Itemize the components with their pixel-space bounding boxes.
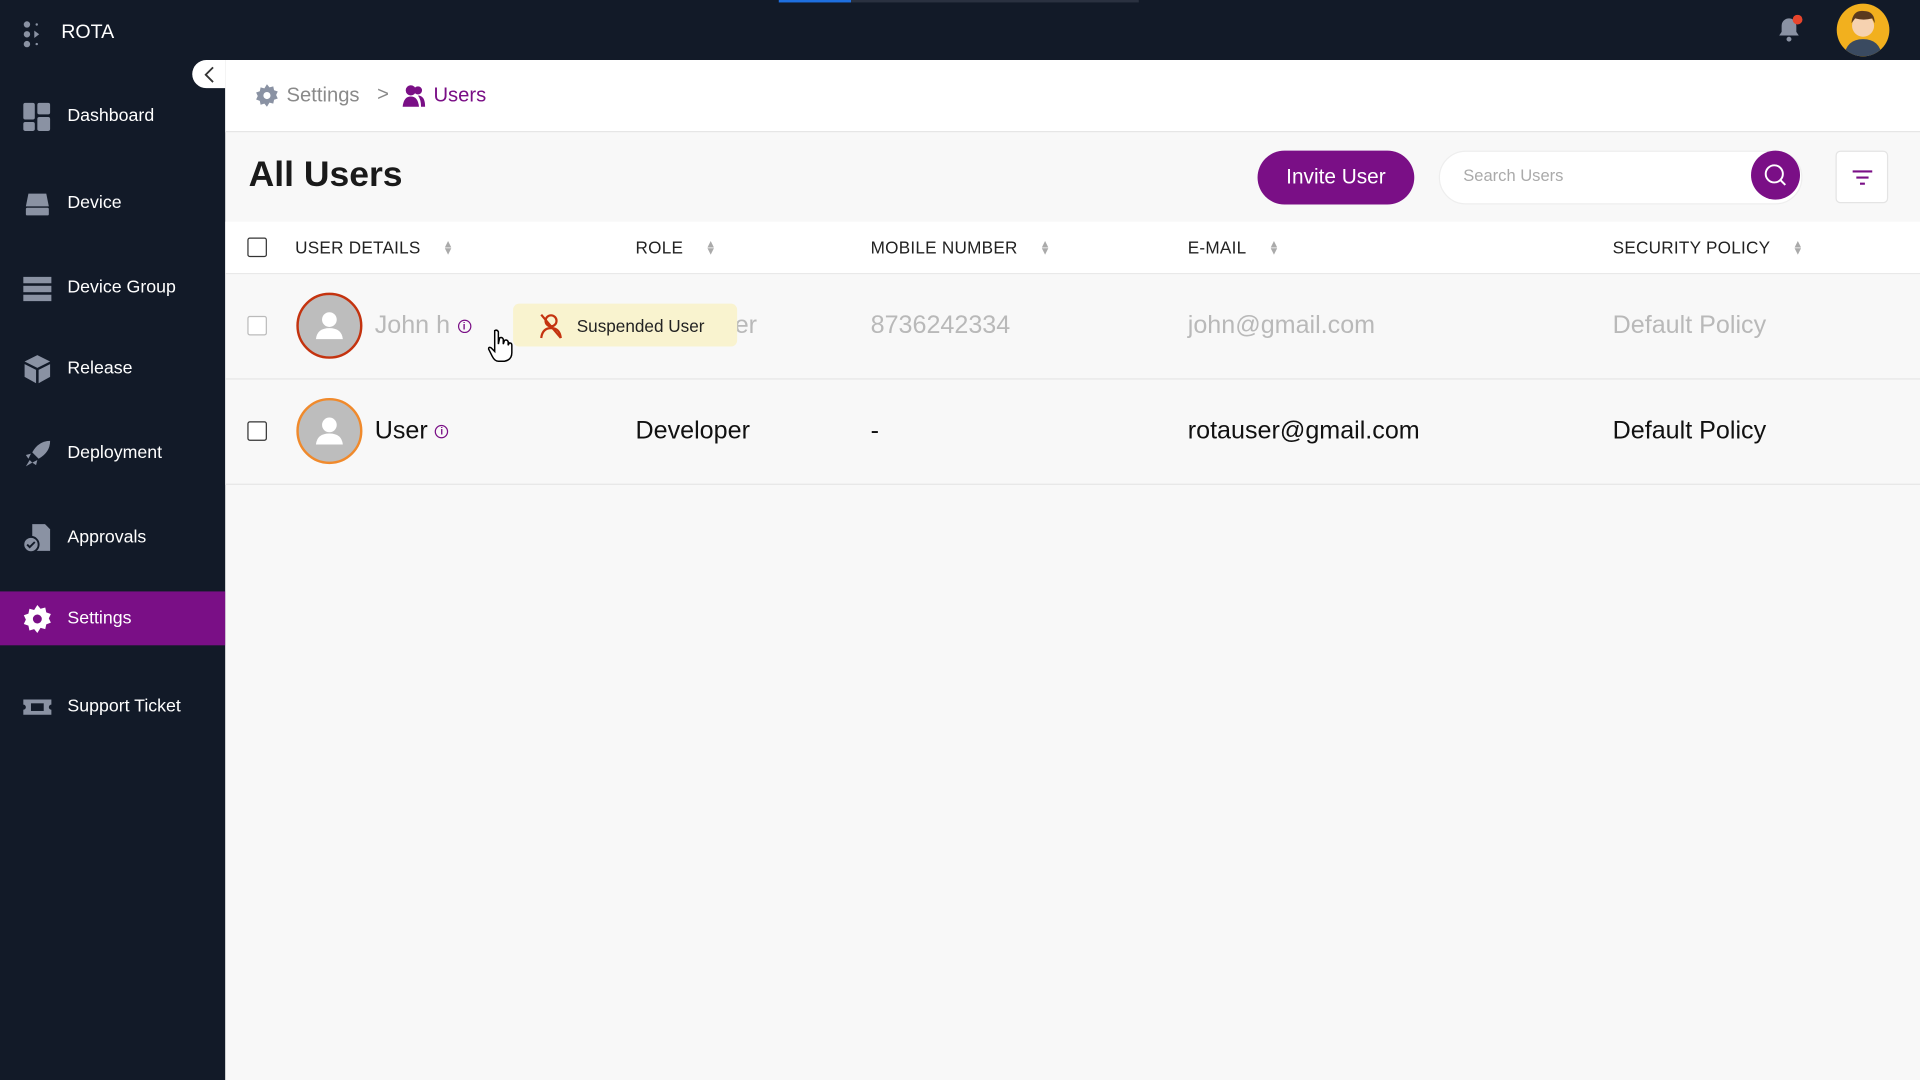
invite-user-button[interactable]: Invite User (1257, 150, 1415, 205)
user-name-cell: User i (375, 416, 449, 445)
breadcrumb-separator: > (377, 83, 389, 106)
sort-icon[interactable]: ▲ ▼ (1040, 238, 1051, 256)
search-button[interactable] (1751, 150, 1801, 200)
top-bar: ROTA (0, 0, 1920, 61)
user-icon (315, 312, 343, 340)
breadcrumb-settings-label: Settings (286, 83, 360, 106)
sidebar-item-label: Device Group (67, 277, 176, 298)
sort-icon[interactable]: ▲ ▼ (705, 238, 716, 256)
page-title: All Users (248, 155, 403, 195)
table-row[interactable]: User i Developer - rotauser@gmail.com Def… (225, 379, 1920, 485)
approvals-icon (22, 523, 51, 553)
gear-icon (23, 604, 51, 633)
mobile-cell: - (870, 416, 879, 445)
info-icon[interactable]: i (435, 424, 449, 439)
sidebar-item-settings[interactable]: Settings (0, 591, 226, 646)
sidebar-item-label: Dashboard (67, 106, 155, 127)
sidebar-item-deployment[interactable]: Deployment (0, 426, 225, 480)
sidebar-item-label: Support Ticket (67, 696, 181, 717)
user-name: User (374, 416, 428, 445)
sidebar-item-label: Approvals (67, 527, 147, 548)
rota-logo-icon (23, 21, 40, 48)
sidebar-item-label: Settings (67, 608, 132, 629)
policy-cell: Default Policy (1612, 311, 1767, 340)
email-cell: rotauser@gmail.com (1187, 416, 1420, 445)
sidebar-item-support-ticket[interactable]: Support Ticket (0, 680, 225, 734)
select-all-checkbox[interactable] (247, 237, 267, 258)
sidebar-item-label: Release (67, 358, 133, 379)
suspended-user-tooltip: Suspended User (513, 303, 738, 347)
breadcrumb-users-label: Users (433, 83, 487, 106)
column-label: USER DETAILS (295, 237, 421, 258)
mobile-cell: 8736242334 (870, 311, 1011, 340)
column-role[interactable]: ROLE ▲ ▼ (636, 238, 717, 258)
column-security-policy[interactable]: SECURITY POLICY ▲ ▼ (1613, 238, 1804, 258)
main-content: Settings > Users All Users Invite User U… (225, 60, 1920, 1080)
row-checkbox[interactable] (247, 315, 267, 336)
user-avatar (296, 292, 363, 359)
role-cell: er (734, 311, 758, 340)
column-user-details[interactable]: USER DETAILS ▲ ▼ (295, 238, 454, 258)
sidebar-item-approvals[interactable]: Approvals (0, 511, 225, 565)
filter-icon (1852, 169, 1872, 185)
users-icon (402, 85, 426, 107)
column-label: ROLE (635, 237, 684, 258)
search-box (1438, 150, 1803, 205)
gear-icon (256, 84, 278, 107)
ticket-icon (23, 698, 52, 715)
hand-cursor-icon (487, 329, 513, 362)
sidebar-item-device-group[interactable]: Device Group (0, 261, 225, 315)
search-input[interactable] (1460, 165, 1736, 187)
row-checkbox[interactable] (247, 421, 267, 441)
user-name: John h (374, 311, 451, 340)
table-row[interactable]: John h i er 8736242334 john@gmail.com Def… (225, 274, 1920, 380)
sidebar-item-label: Deployment (67, 443, 163, 463)
sort-icon[interactable]: ▲ ▼ (1792, 238, 1803, 256)
filter-button[interactable] (1835, 150, 1889, 204)
tooltip-text: Suspended User (576, 315, 705, 335)
search-icon (1764, 164, 1786, 186)
device-icon (25, 193, 49, 215)
email-cell: john@gmail.com (1187, 311, 1376, 340)
breadcrumb: Settings > Users (225, 60, 1920, 133)
info-icon[interactable]: i (457, 319, 471, 334)
chevron-left-icon (203, 66, 214, 83)
notification-bell-icon[interactable] (1774, 14, 1803, 44)
user-icon (315, 417, 343, 445)
breadcrumb-users: Users (402, 83, 487, 107)
breadcrumb-settings[interactable]: Settings (255, 83, 360, 107)
sidebar-item-label: Device (67, 193, 122, 214)
brand-name: ROTA (61, 22, 115, 43)
sidebar-item-dashboard[interactable]: Dashboard (0, 89, 225, 143)
policy-cell: Default Policy (1612, 416, 1767, 445)
table-header: USER DETAILS ▲ ▼ ROLE ▲ ▼ MOBILE NUMBER ▲ ▼ E-… (225, 221, 1920, 275)
column-label: SECURITY POLICY (1612, 237, 1771, 258)
role-cell: Developer (635, 416, 750, 445)
loading-progress (778, 0, 852, 3)
rocket-icon (25, 440, 51, 466)
user-avatar (296, 397, 363, 465)
sort-icon[interactable]: ▲ ▼ (443, 238, 454, 256)
sidebar: Dashboard Device Device Group Release De… (0, 60, 226, 1080)
column-label: MOBILE NUMBER (870, 237, 1018, 258)
device-group-icon (23, 276, 52, 301)
sidebar-item-device[interactable]: Device (0, 176, 225, 230)
user-suspended-icon (540, 313, 562, 339)
column-email[interactable]: E-MAIL ▲ ▼ (1188, 238, 1280, 258)
dashboard-icon (23, 102, 51, 131)
user-name-cell: John h i (375, 311, 471, 340)
column-mobile-number[interactable]: MOBILE NUMBER ▲ ▼ (871, 238, 1051, 258)
app-window: ROTA Dashboard Device Device Group Relea… (0, 0, 1920, 1080)
loading-track (851, 0, 1139, 3)
profile-avatar[interactable] (1836, 3, 1890, 57)
sort-icon[interactable]: ▲ ▼ (1268, 238, 1279, 256)
column-label: E-MAIL (1187, 237, 1247, 258)
box-icon (24, 354, 51, 383)
sidebar-item-release[interactable]: Release (0, 342, 225, 396)
collapse-sidebar-button[interactable] (192, 60, 226, 89)
